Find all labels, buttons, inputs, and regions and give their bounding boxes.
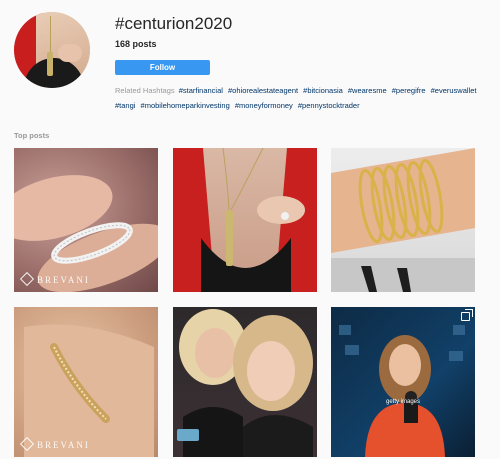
hashtag-link[interactable]: #tangi [115, 101, 135, 110]
necklace-photo [173, 148, 317, 292]
post-count: 168 posts [115, 39, 157, 49]
ring-photo [14, 175, 158, 292]
hashtag-link[interactable]: #everuswallet [431, 86, 477, 95]
hashtag-avatar [14, 12, 90, 88]
post-tile-selfie[interactable] [173, 307, 317, 457]
post-tile-ring[interactable]: BREVANI [14, 148, 158, 292]
page-title: #centurion2020 [115, 14, 233, 33]
hashtag-link[interactable]: #peregifre [392, 86, 426, 95]
post-tile-band[interactable]: BREVANI [14, 307, 158, 457]
selfie-photo [177, 309, 313, 457]
post-count-number: 168 [115, 39, 131, 49]
post-count-suffix: posts [132, 39, 157, 49]
related-hashtags-label: Related Hashtags [115, 86, 175, 95]
hashtag-link[interactable]: #pennystocktrader [298, 101, 360, 110]
band-photo [24, 324, 154, 457]
brand-watermark: BREVANI [19, 271, 90, 287]
post-tile-necklace[interactable] [173, 148, 317, 292]
hashtag-link[interactable]: #starfinancial [179, 86, 223, 95]
hashtag-link[interactable]: #ohiorealestateagent [228, 86, 298, 95]
related-hashtags: Related Hashtags #starfinancial #ohiorea… [115, 83, 495, 113]
photo-caption: getty images [386, 399, 421, 405]
hashtag-link[interactable]: #mobilehomeparkinvesting [141, 101, 230, 110]
hashtag-link[interactable]: #moneyformoney [235, 101, 293, 110]
multiple-posts-icon [461, 309, 473, 321]
top-posts-heading: Top posts [14, 131, 50, 140]
follow-button[interactable]: Follow [115, 60, 210, 75]
brand-watermark: BREVANI [19, 436, 90, 452]
bangles-photo [331, 148, 475, 292]
post-tile-bangles[interactable] [331, 148, 475, 292]
tv-interview-photo [339, 325, 465, 457]
post-tile-tv-interview[interactable]: getty images [331, 307, 475, 457]
hashtag-link[interactable]: #wearesme [348, 86, 387, 95]
hashtag-link[interactable]: #bitcionasia [303, 86, 343, 95]
